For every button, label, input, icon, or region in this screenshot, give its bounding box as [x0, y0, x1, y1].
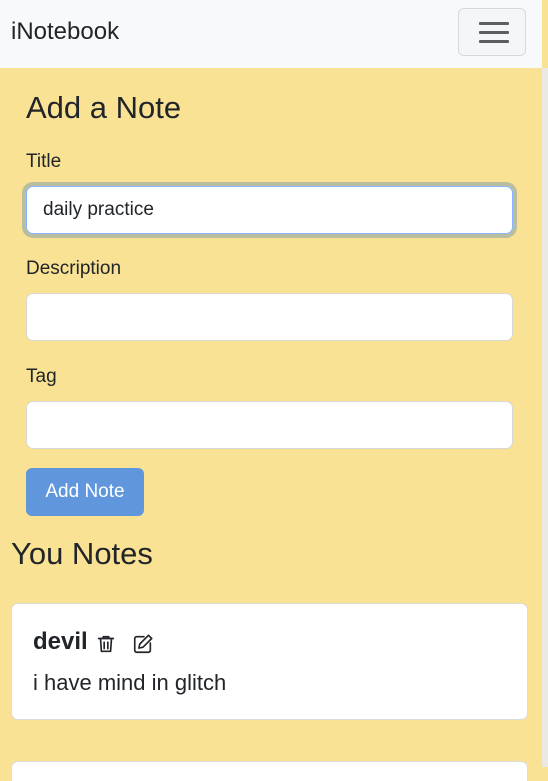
- navbar-toggler-button[interactable]: [458, 8, 526, 56]
- note-card-partial: [11, 761, 528, 781]
- title-label: Title: [26, 151, 62, 172]
- tag-label: Tag: [26, 366, 57, 387]
- notes-heading: You Notes: [11, 536, 153, 571]
- note-title: devil: [33, 628, 88, 655]
- navbar-brand[interactable]: iNotebook: [11, 18, 119, 46]
- description-input[interactable]: [26, 293, 513, 341]
- trash-icon[interactable]: [95, 633, 117, 655]
- title-input[interactable]: [26, 186, 513, 234]
- add-note-heading: Add a Note: [26, 90, 182, 125]
- description-label: Description: [26, 258, 122, 279]
- tag-input[interactable]: [26, 401, 513, 449]
- add-note-button[interactable]: Add Note: [26, 468, 144, 516]
- scrollbar[interactable]: [542, 68, 548, 767]
- note-card: devil i have mind in glitch: [11, 603, 528, 720]
- edit-icon[interactable]: [132, 633, 154, 655]
- navbar: iNotebook: [0, 0, 542, 68]
- note-description: i have mind in glitch: [33, 670, 227, 695]
